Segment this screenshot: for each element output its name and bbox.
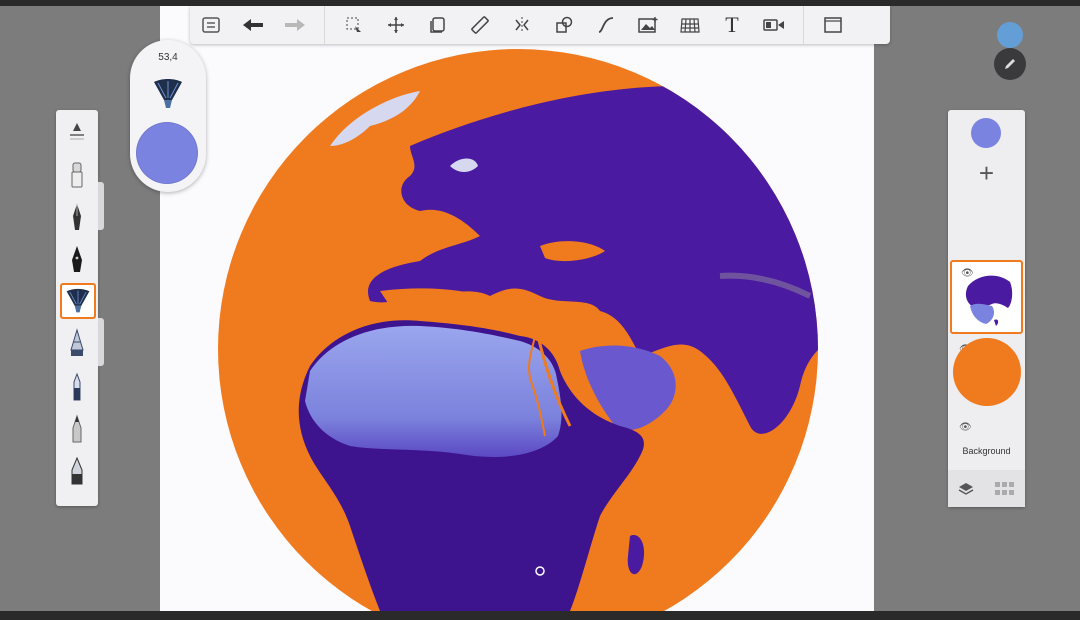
sahara-desert bbox=[305, 325, 562, 457]
brush-library bbox=[56, 110, 98, 506]
chisel-brush-icon[interactable] bbox=[60, 454, 94, 488]
shapes-icon[interactable] bbox=[543, 6, 585, 44]
globe-artwork bbox=[218, 49, 818, 611]
visibility-eye-icon[interactable]: 👁 bbox=[959, 422, 972, 433]
video-icon[interactable] bbox=[753, 6, 795, 44]
globe-layer-thumbnail bbox=[963, 272, 1015, 326]
grid-view-icon[interactable] bbox=[994, 481, 1015, 496]
edit-pencil-button[interactable] bbox=[994, 48, 1026, 80]
ruler-icon[interactable] bbox=[459, 6, 501, 44]
orange-layer-thumbnail bbox=[953, 338, 1021, 406]
active-color-swatch[interactable] bbox=[136, 122, 198, 184]
undo-icon[interactable] bbox=[232, 6, 274, 44]
ink-pen-brush-icon[interactable] bbox=[60, 242, 94, 276]
layer-color-swatch[interactable] bbox=[971, 118, 1001, 148]
brush-preview-panel[interactable]: 53,4 bbox=[130, 40, 206, 192]
globe-layer[interactable]: 👁 bbox=[950, 260, 1023, 334]
fan-brush-icon[interactable] bbox=[60, 283, 96, 319]
layers-stack-icon[interactable] bbox=[417, 6, 459, 44]
background-layer[interactable]: 👁 bbox=[950, 416, 1023, 468]
orange-circle-layer[interactable]: 👁 bbox=[950, 338, 1023, 412]
layers-stack-icon[interactable] bbox=[958, 482, 974, 496]
toolbar-separator bbox=[324, 6, 325, 44]
toolbar-separator bbox=[803, 6, 804, 44]
top-toolbar: T bbox=[190, 6, 890, 44]
user-avatar[interactable] bbox=[997, 22, 1023, 48]
redo-icon[interactable] bbox=[274, 6, 316, 44]
transform-icon[interactable] bbox=[375, 6, 417, 44]
brush-rail-handle[interactable] bbox=[98, 182, 104, 230]
layers-footer bbox=[948, 470, 1025, 507]
list-icon[interactable] bbox=[190, 6, 232, 44]
pencil-icon bbox=[1005, 59, 1015, 69]
fan-brush-icon bbox=[152, 78, 184, 115]
layers-panel: + 👁 👁 👁 Background bbox=[948, 110, 1025, 507]
curve-icon[interactable] bbox=[585, 6, 627, 44]
brush-rail-handle[interactable] bbox=[98, 318, 104, 366]
fullscreen-icon[interactable] bbox=[812, 6, 854, 44]
pencil-brush-icon[interactable] bbox=[60, 412, 94, 446]
pen-brush-icon[interactable] bbox=[60, 200, 94, 234]
window-bottom-bar bbox=[0, 611, 1080, 620]
britain-landmass bbox=[403, 181, 420, 206]
text-icon[interactable]: T bbox=[711, 6, 753, 44]
add-layer-button[interactable]: + bbox=[948, 154, 1025, 192]
image-icon[interactable] bbox=[627, 6, 669, 44]
perspective-icon[interactable] bbox=[669, 6, 711, 44]
marker-brush-icon[interactable] bbox=[60, 370, 94, 404]
airbrush-icon[interactable] bbox=[60, 326, 94, 360]
brush-properties-icon[interactable] bbox=[60, 114, 94, 148]
drawing-canvas[interactable] bbox=[160, 6, 874, 611]
background-layer-label: Background bbox=[962, 446, 1011, 456]
brush-size-value: 53,4 bbox=[158, 52, 178, 63]
symmetry-icon[interactable] bbox=[501, 6, 543, 44]
selection-icon[interactable] bbox=[333, 6, 375, 44]
eraser-brush-icon[interactable] bbox=[60, 158, 94, 192]
